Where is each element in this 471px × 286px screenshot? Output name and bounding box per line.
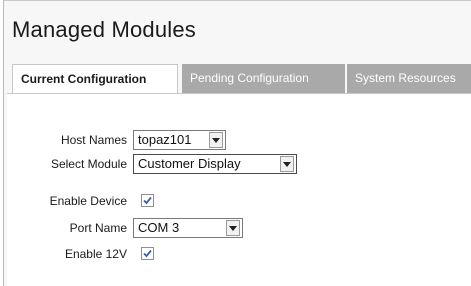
select-module-select[interactable]: Customer Display xyxy=(133,154,297,174)
select-module-value: Customer Display xyxy=(138,156,241,171)
tab-bar: Current Configuration Pending Configurat… xyxy=(7,64,471,93)
host-names-select[interactable]: topaz101 xyxy=(133,130,226,150)
configuration-panel: Host Names topaz101 Select Module Custom… xyxy=(7,93,471,286)
port-name-label: Port Name xyxy=(69,221,127,235)
checkmark-icon xyxy=(143,249,152,258)
managed-modules-window: Managed Modules Current Configuration Pe… xyxy=(3,0,471,286)
enable-12v-label: Enable 12V xyxy=(64,247,127,261)
host-names-label: Host Names xyxy=(60,133,127,147)
enable-device-checkbox[interactable] xyxy=(141,194,154,207)
select-module-label: Select Module xyxy=(50,157,127,171)
tab-current-configuration[interactable]: Current Configuration xyxy=(12,64,178,93)
port-name-value: COM 3 xyxy=(138,220,180,235)
enable-device-label: Enable Device xyxy=(49,194,127,208)
enable-12v-checkbox[interactable] xyxy=(141,247,154,260)
checkmark-icon xyxy=(143,196,152,205)
host-names-value: topaz101 xyxy=(138,132,192,147)
chevron-down-icon[interactable] xyxy=(209,132,223,148)
page-title: Managed Modules xyxy=(12,17,197,42)
chevron-down-icon[interactable] xyxy=(226,220,240,236)
chevron-down-icon[interactable] xyxy=(280,156,294,172)
tab-system-resources[interactable]: System Resources xyxy=(347,64,471,93)
port-name-select[interactable]: COM 3 xyxy=(133,218,243,238)
tab-pending-configuration[interactable]: Pending Configuration xyxy=(182,64,345,93)
